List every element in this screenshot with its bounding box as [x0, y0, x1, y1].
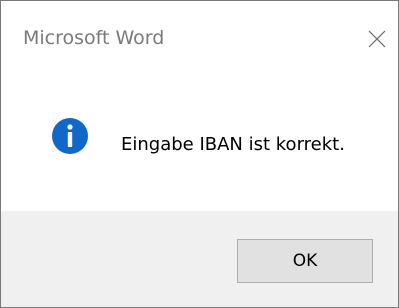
close-icon [368, 30, 386, 48]
dialog-content: Eingabe IBAN ist korrekt. [1, 71, 398, 211]
close-button[interactable] [359, 21, 395, 57]
message-dialog: Microsoft Word Eingabe IBAN ist korrekt.… [0, 0, 399, 308]
ok-button[interactable]: OK [237, 239, 373, 283]
window-title: Microsoft Word [23, 27, 165, 49]
title-bar: Microsoft Word [1, 1, 398, 71]
button-bar: OK [1, 211, 398, 307]
information-icon [52, 118, 88, 154]
dialog-message: Eingabe IBAN ist korrekt. [121, 134, 345, 155]
